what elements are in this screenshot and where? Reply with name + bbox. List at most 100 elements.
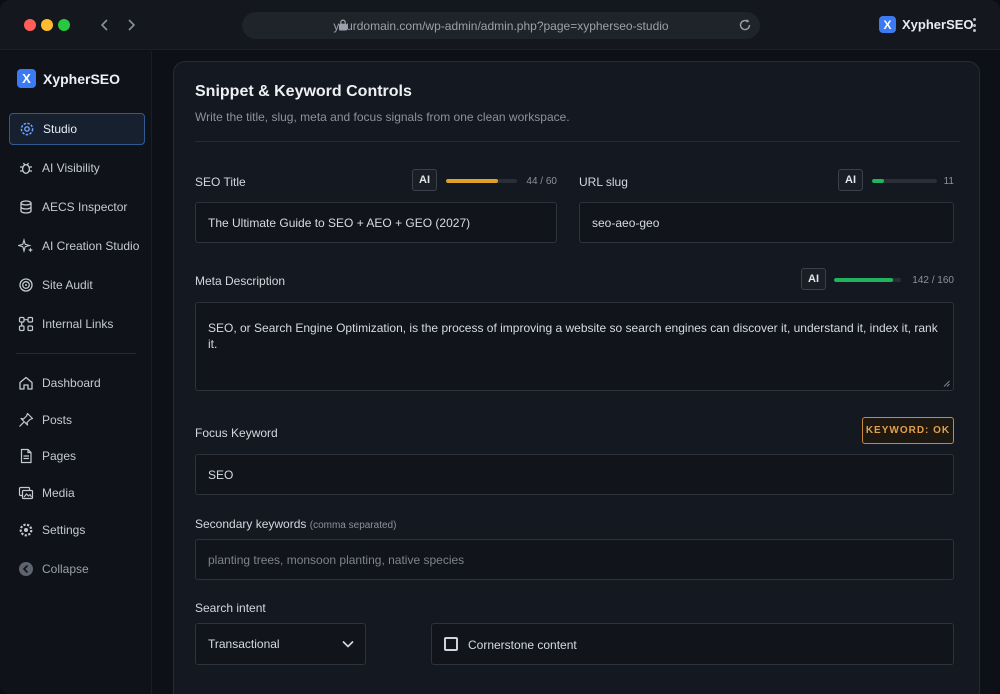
sidebar-item-posts[interactable]: Posts bbox=[9, 404, 145, 436]
home-icon bbox=[19, 376, 33, 390]
sidebar-brand[interactable]: X XypherSEO bbox=[17, 69, 120, 88]
address-bar[interactable]: yourdomain.com/wp-admin/admin.php?page=x… bbox=[242, 12, 760, 39]
sidebar-item-internal-links[interactable]: Internal Links bbox=[9, 308, 145, 340]
seo-title-input[interactable]: The Ultimate Guide to SEO + AEO + GEO (2… bbox=[195, 202, 557, 243]
url-slug-length-meter bbox=[872, 179, 937, 183]
url-slug-label: URL slug bbox=[579, 175, 628, 189]
meta-description-ai-button[interactable]: AI bbox=[801, 268, 826, 290]
seo-title-length-meter bbox=[446, 179, 517, 183]
search-intent-label: Search intent bbox=[195, 601, 266, 615]
more-menu-icon[interactable] bbox=[968, 15, 980, 35]
keyword-status-badge: KEYWORD: OK bbox=[862, 417, 954, 444]
extension-brand-name: XypherSEO bbox=[902, 17, 974, 32]
sidebar-item-media[interactable]: Media bbox=[9, 477, 145, 509]
maximize-window-button[interactable] bbox=[58, 19, 70, 31]
sidebar-item-label: Settings bbox=[42, 523, 86, 537]
chevron-left-icon bbox=[100, 19, 108, 31]
secondary-keywords-placeholder: planting trees, monsoon planting, native… bbox=[208, 552, 465, 567]
browser-titlebar: yourdomain.com/wp-admin/admin.php?page=x… bbox=[0, 0, 1000, 50]
meta-description-value: SEO, or Search Engine Optimization, is t… bbox=[208, 321, 938, 351]
sidebar-item-label: AI Visibility bbox=[42, 161, 100, 175]
sidebar-item-studio[interactable]: Studio bbox=[9, 113, 145, 145]
sidebar-item-aecs-inspector[interactable]: AECS Inspector bbox=[9, 191, 145, 223]
back-button[interactable] bbox=[94, 14, 116, 36]
sidebar-item-settings[interactable]: Settings bbox=[9, 514, 145, 546]
sparkle-icon bbox=[18, 238, 33, 254]
sidebar-item-site-audit[interactable]: Site Audit bbox=[9, 269, 145, 301]
secondary-keywords-hint: (comma separated) bbox=[309, 520, 397, 531]
url-slug-input[interactable]: seo-aeo-geo bbox=[579, 202, 954, 243]
meta-description-count: 142 / 160 bbox=[912, 275, 954, 286]
secondary-keywords-input[interactable]: planting trees, monsoon planting, native… bbox=[195, 539, 954, 580]
focus-keyword-value: SEO bbox=[208, 467, 234, 482]
extension-brand[interactable]: X XypherSEO bbox=[879, 16, 974, 33]
gear-icon bbox=[20, 122, 34, 136]
sidebar-item-dashboard[interactable]: Dashboard bbox=[9, 367, 145, 399]
meta-description-label: Meta Description bbox=[195, 274, 286, 288]
chevron-right-icon bbox=[128, 19, 136, 31]
target-icon bbox=[19, 278, 33, 292]
forward-button[interactable] bbox=[120, 14, 142, 36]
cornerstone-label: Cornerstone content bbox=[468, 638, 577, 652]
seo-title-length-fill bbox=[446, 179, 499, 183]
search-intent-selected: Transactional bbox=[208, 637, 280, 651]
lock-icon bbox=[339, 19, 347, 31]
sidebar-item-label: Media bbox=[42, 486, 75, 500]
media-icon bbox=[18, 486, 34, 500]
sidebar-collapse-button[interactable]: Collapse bbox=[9, 553, 145, 585]
sidebar-item-label: Collapse bbox=[42, 562, 89, 576]
pin-icon bbox=[19, 412, 34, 427]
url-slug-length-fill bbox=[872, 179, 884, 183]
settings-icon bbox=[19, 523, 33, 537]
close-window-button[interactable] bbox=[24, 19, 36, 31]
panel-divider bbox=[195, 141, 960, 142]
secondary-keywords-label: Secondary keywords (comma separated) bbox=[195, 517, 396, 531]
seo-title-value: The Ultimate Guide to SEO + AEO + GEO (2… bbox=[208, 215, 471, 230]
collapse-icon bbox=[19, 562, 33, 576]
seo-title-count: 44 / 60 bbox=[526, 176, 557, 187]
sidebar-divider bbox=[16, 353, 136, 354]
focus-keyword-label: Focus Keyword bbox=[195, 426, 278, 440]
cornerstone-checkbox[interactable] bbox=[444, 637, 458, 651]
resize-grip-icon[interactable] bbox=[943, 380, 950, 387]
page-title: Snippet & Keyword Controls bbox=[195, 83, 412, 100]
sidebar: X XypherSEO Studio AI Visibility AECS In… bbox=[0, 51, 152, 694]
meta-description-length-fill bbox=[834, 278, 894, 282]
xypherseo-logo-icon: X bbox=[879, 16, 896, 33]
cornerstone-option[interactable]: Cornerstone content bbox=[431, 623, 954, 665]
meta-description-length-meter bbox=[834, 278, 901, 282]
app-window: yourdomain.com/wp-admin/admin.php?page=x… bbox=[0, 0, 1000, 694]
url-text: yourdomain.com/wp-admin/admin.php?page=x… bbox=[333, 18, 669, 33]
sidebar-brand-name: XypherSEO bbox=[43, 70, 121, 87]
sidebar-item-label: AI Creation Studio bbox=[42, 239, 140, 253]
url-slug-count: 11 bbox=[943, 176, 954, 187]
sidebar-item-label: Studio bbox=[43, 122, 78, 136]
sidebar-item-pages[interactable]: Pages bbox=[9, 440, 145, 472]
search-intent-select[interactable]: Transactional bbox=[195, 623, 366, 665]
sidebar-item-label: Site Audit bbox=[42, 278, 93, 292]
stack-icon bbox=[20, 200, 32, 214]
seo-title-label: SEO Title bbox=[195, 175, 246, 189]
reload-icon[interactable] bbox=[738, 18, 752, 32]
url-slug-value: seo-aeo-geo bbox=[592, 215, 660, 230]
sidebar-item-label: Pages bbox=[42, 449, 77, 463]
sidebar-item-ai-creation-studio[interactable]: AI Creation Studio bbox=[9, 230, 145, 262]
secondary-keywords-label-text: Secondary keywords bbox=[195, 517, 307, 531]
sidebar-item-label: Dashboard bbox=[42, 376, 101, 390]
xypherseo-logo-icon: X bbox=[17, 69, 36, 88]
sidebar-item-label: Posts bbox=[42, 413, 73, 427]
meta-description-textarea[interactable]: SEO, or Search Engine Optimization, is t… bbox=[195, 302, 954, 391]
snippet-keyword-panel: Snippet & Keyword Controls Write the tit… bbox=[173, 61, 980, 694]
url-slug-ai-button[interactable]: AI bbox=[838, 169, 863, 191]
page-subtitle: Write the title, slug, meta and focus si… bbox=[195, 110, 570, 124]
link-nodes-icon bbox=[18, 316, 34, 332]
focus-keyword-input[interactable]: SEO bbox=[195, 454, 954, 495]
page-icon bbox=[20, 448, 32, 464]
sidebar-item-ai-visibility[interactable]: AI Visibility bbox=[9, 152, 145, 184]
minimize-window-button[interactable] bbox=[41, 19, 53, 31]
sidebar-item-label: AECS Inspector bbox=[42, 200, 128, 214]
bug-icon bbox=[20, 162, 32, 174]
chevron-down-icon bbox=[342, 640, 354, 648]
seo-title-ai-button[interactable]: AI bbox=[412, 169, 437, 191]
sidebar-item-label: Internal Links bbox=[42, 317, 114, 331]
